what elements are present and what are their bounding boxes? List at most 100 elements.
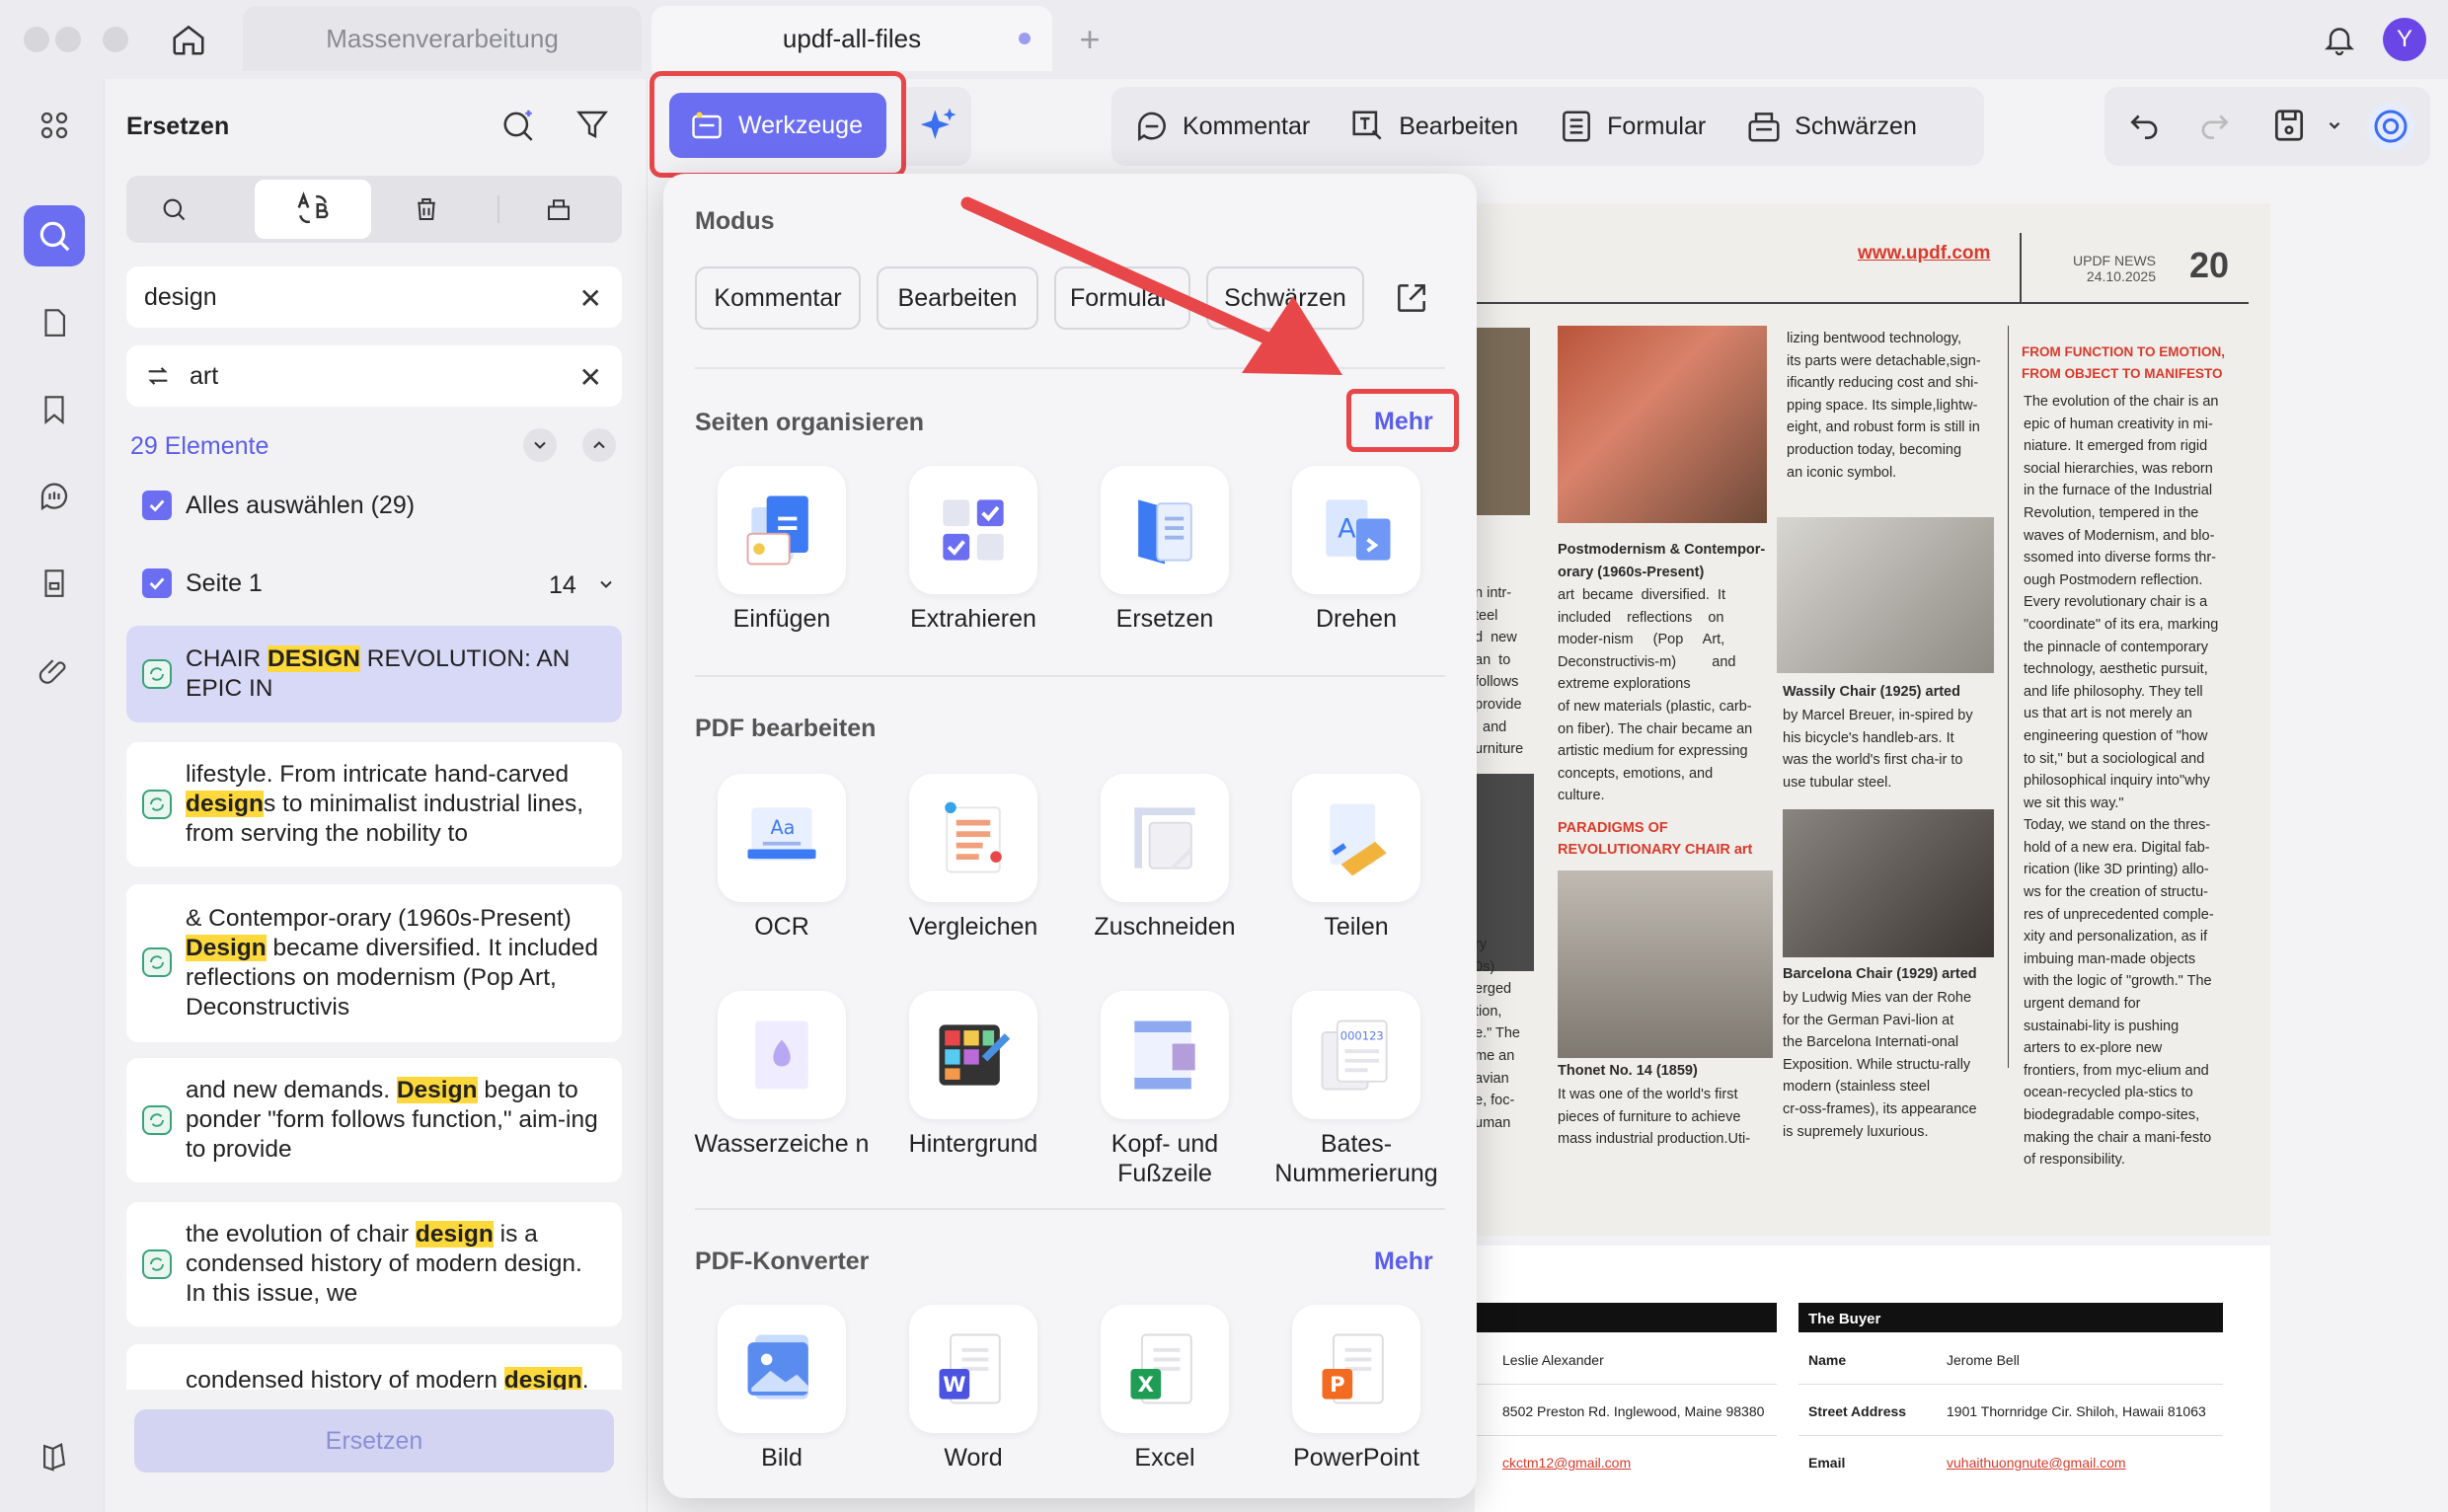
- werkzeuge-label: Werkzeuge: [738, 111, 863, 139]
- buyer-label: Name: [1808, 1352, 1847, 1368]
- tab-massenverarbeitung[interactable]: Massenverarbeitung: [243, 6, 642, 71]
- result-pre: CHAIR: [186, 645, 268, 672]
- teilen-tile[interactable]: [1292, 774, 1420, 902]
- search-input[interactable]: design ✕: [126, 266, 622, 328]
- page-group-checkbox[interactable]: Seite 1: [142, 568, 263, 598]
- window-zoom-button[interactable]: [103, 27, 128, 52]
- tile-label: OCR: [754, 913, 809, 941]
- redo-icon[interactable]: [2195, 107, 2233, 144]
- list-item[interactable]: & Contempor-orary (1960s-Present) Design…: [126, 884, 622, 1042]
- layers-icon[interactable]: [24, 1425, 85, 1486]
- list-item[interactable]: the evolution of chair design is a conde…: [126, 1202, 622, 1326]
- doc-news: UPDF NEWS 24.10.2025: [2069, 253, 2156, 284]
- bild-tile[interactable]: [718, 1305, 846, 1433]
- text-line: provide: [1475, 696, 1522, 713]
- formular-button[interactable]: Formular: [1538, 108, 1725, 145]
- save-options-chevron-icon[interactable]: [2326, 116, 2343, 134]
- excel-tile[interactable]: X: [1101, 1305, 1229, 1433]
- tab-updf-all-files[interactable]: updf-all-files: [651, 6, 1052, 71]
- page-icon[interactable]: [24, 292, 85, 353]
- doc-url[interactable]: www.updf.com: [1858, 243, 1990, 265]
- kopf-fusszeile-tile[interactable]: [1101, 991, 1229, 1119]
- powerpoint-tile[interactable]: P: [1292, 1305, 1420, 1433]
- bell-icon[interactable]: [2318, 18, 2361, 61]
- text-line: mass industrial production.Uti-: [1558, 1131, 1751, 1148]
- convert-more-link[interactable]: Mehr: [1374, 1247, 1433, 1276]
- zuschneiden-tile[interactable]: [1101, 774, 1229, 902]
- filter-icon[interactable]: [571, 103, 614, 146]
- replace-input[interactable]: art ✕: [126, 345, 622, 407]
- replace-mode-icon[interactable]: [255, 180, 371, 239]
- comments-icon[interactable]: [24, 466, 85, 527]
- hintergrund-tile[interactable]: [909, 991, 1037, 1119]
- seller-email[interactable]: ckctm12@gmail.com: [1502, 1455, 1631, 1471]
- bates-tile[interactable]: 000123: [1292, 991, 1420, 1119]
- avatar[interactable]: Y: [2383, 18, 2426, 61]
- tile-label: Drehen: [1316, 605, 1397, 633]
- external-open-icon[interactable]: [1392, 278, 1431, 318]
- text-line: imbuing man-made objects: [2024, 950, 2196, 967]
- undo-icon[interactable]: [2126, 107, 2164, 144]
- list-item[interactable]: and new demands. Design began to ponder …: [126, 1058, 622, 1182]
- watermark-icon: [755, 1021, 808, 1090]
- select-all-checkbox[interactable]: Alles auswählen (29): [142, 491, 415, 520]
- clear-replace-icon[interactable]: ✕: [579, 361, 602, 394]
- barcelona-title: Barcelona Chair (1929) arted: [1783, 966, 1977, 982]
- formular-label: Formular: [1607, 112, 1707, 140]
- replace-one-icon[interactable]: [142, 947, 172, 977]
- clear-search-icon[interactable]: ✕: [579, 282, 602, 315]
- form-field-icon[interactable]: [24, 553, 85, 614]
- werkzeuge-button[interactable]: Werkzeuge: [669, 93, 886, 158]
- page-group-chevron-icon[interactable]: [594, 572, 618, 596]
- redact-icon[interactable]: [539, 189, 578, 229]
- text-line: use tubular steel.: [1783, 774, 1892, 791]
- modus-kommentar-button[interactable]: Kommentar: [695, 266, 861, 330]
- wasserzeichen-tile[interactable]: [718, 991, 846, 1119]
- new-tab-plus-icon[interactable]: +: [1072, 19, 1108, 59]
- replace-one-icon[interactable]: [142, 659, 172, 689]
- svg-text:000123: 000123: [1340, 1029, 1384, 1043]
- text-line: philosophical inquiry into"why: [2024, 773, 2210, 790]
- window-close-button[interactable]: [24, 27, 49, 52]
- row-line: [1798, 1384, 2223, 1385]
- tile-label: Bates-Nummerierung: [1274, 1130, 1438, 1187]
- drehen-tile[interactable]: A: [1292, 466, 1420, 594]
- extrahieren-tile[interactable]: [909, 466, 1037, 594]
- bookmark-icon[interactable]: [24, 379, 85, 440]
- find-icon[interactable]: [154, 189, 193, 229]
- replace-all-button[interactable]: Ersetzen: [134, 1409, 614, 1473]
- list-item[interactable]: condensed history of modern design.: [126, 1344, 622, 1390]
- bearbeiten-button[interactable]: Bearbeiten: [1330, 108, 1538, 145]
- einfuegen-tile[interactable]: [718, 466, 846, 594]
- next-result-icon[interactable]: [523, 428, 557, 462]
- replace-one-icon[interactable]: [142, 1249, 172, 1279]
- search-value: design: [144, 282, 217, 311]
- delete-icon[interactable]: [407, 189, 446, 229]
- ocr-tile[interactable]: Aa: [718, 774, 846, 902]
- schwaerzen-button[interactable]: Schwärzen: [1725, 108, 1937, 145]
- attachment-icon[interactable]: [24, 640, 85, 701]
- text-line: and: [1475, 718, 1507, 735]
- ersetzen-tile[interactable]: [1101, 466, 1229, 594]
- right-text: The evolution of the chair is an epic of …: [2024, 391, 2249, 1172]
- thumbnails-icon[interactable]: [24, 95, 85, 156]
- list-item[interactable]: CHAIR DESIGN REVOLUTION: AN EPIC IN: [126, 626, 622, 722]
- list-item[interactable]: lifestyle. From intricate hand-carved de…: [126, 742, 622, 867]
- window-minimize-button[interactable]: [55, 27, 81, 52]
- save-icon[interactable]: [2270, 107, 2308, 144]
- replace-one-icon[interactable]: [142, 1105, 172, 1135]
- organize-more-link[interactable]: Mehr: [1374, 408, 1433, 436]
- buyer-email[interactable]: vuhaithuongnute@gmail.com: [1947, 1455, 2126, 1471]
- ai-assistant-icon[interactable]: [2367, 103, 2414, 150]
- word-tile[interactable]: W: [909, 1305, 1037, 1433]
- tile-label: Vergleichen: [908, 913, 1038, 941]
- search-icon[interactable]: [24, 205, 85, 266]
- vergleichen-tile[interactable]: [909, 774, 1037, 902]
- home-icon[interactable]: [166, 18, 211, 61]
- text-line: of responsibility.: [2024, 1152, 2125, 1169]
- replace-one-icon[interactable]: [142, 790, 172, 819]
- kommentar-button[interactable]: Kommentar: [1111, 108, 1330, 145]
- previous-result-icon[interactable]: [582, 428, 616, 462]
- ai-sparkle-icon[interactable]: [906, 87, 971, 166]
- search-settings-icon[interactable]: [497, 103, 541, 146]
